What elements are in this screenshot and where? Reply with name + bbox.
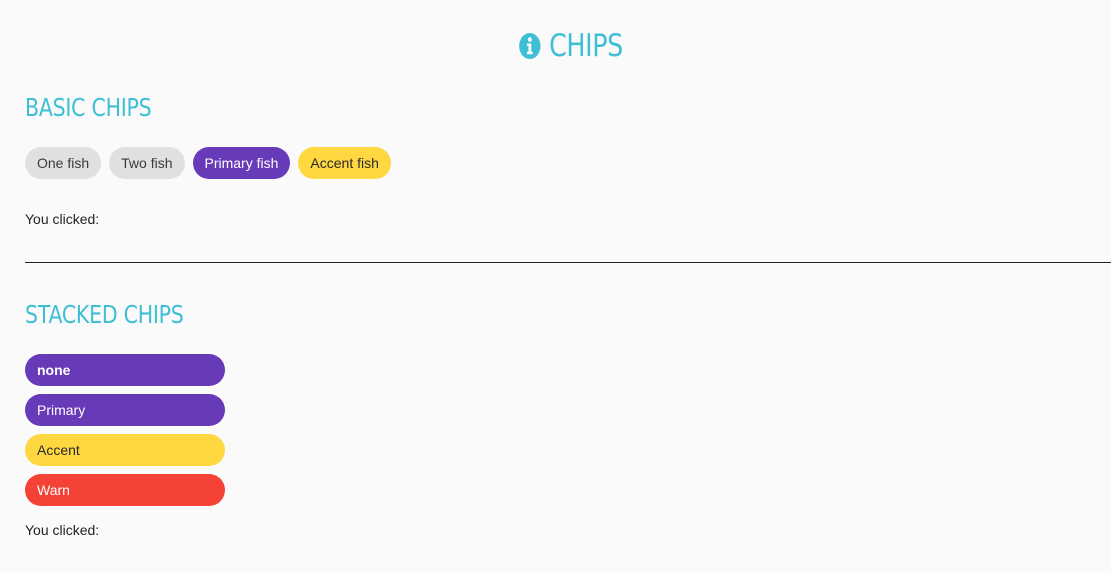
stacked-chip-list: none Primary Accent Warn (25, 354, 225, 506)
basic-chip-list: One fish Two fish Primary fish Accent fi… (25, 147, 391, 179)
chip-accent-fish[interactable]: Accent fish (298, 147, 391, 179)
chip-two-fish[interactable]: Two fish (109, 147, 185, 179)
stacked-chips-heading: STACKED CHIPS (25, 300, 184, 329)
chip-one-fish[interactable]: One fish (25, 147, 102, 179)
page-title: CHIPS (103, 28, 1038, 64)
chip-warn[interactable]: Warn (25, 474, 225, 506)
chip-primary-fish[interactable]: Primary fish (192, 147, 291, 179)
chip-primary[interactable]: Primary (25, 394, 225, 426)
basic-clicked-output: You clicked: (25, 211, 100, 227)
page: CHIPS BASIC CHIPS One fish Two fish Prim… (0, 0, 1111, 572)
chip-accent[interactable]: Accent (25, 434, 225, 466)
stacked-clicked-output: You clicked: (25, 522, 100, 538)
basic-chips-heading: BASIC CHIPS (25, 93, 152, 122)
info-circle-icon (518, 33, 541, 59)
section-divider (25, 262, 1111, 263)
page-title-text: CHIPS (549, 28, 623, 64)
chip-none[interactable]: none (25, 354, 225, 386)
